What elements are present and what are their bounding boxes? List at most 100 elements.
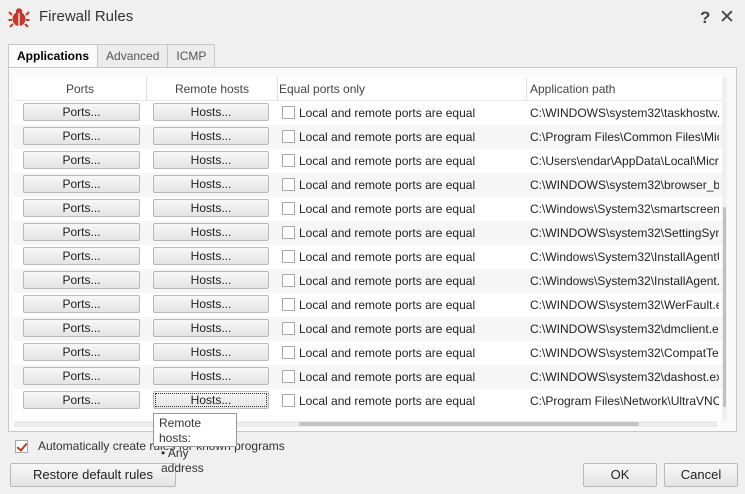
help-button[interactable]: ? — [700, 8, 710, 28]
tooltip-title: Remote hosts: — [159, 416, 202, 445]
applications-panel: Ports Remote hosts Equal ports only Appl… — [8, 67, 737, 432]
tooltip-line: • Any address — [161, 446, 204, 475]
restore-default-rules-button[interactable]: Restore default rules — [10, 463, 176, 487]
equal-ports-label: Local and remote ports are equal — [299, 106, 476, 120]
table-rows: Ports... Hosts... Local and remote ports a… — [14, 101, 727, 413]
application-path: C:\Windows\System32\smartscreen.exe — [530, 202, 719, 216]
table-row: Ports... Hosts... Local and remote ports a… — [14, 365, 727, 389]
equal-ports-checkbox[interactable] — [282, 322, 295, 335]
ports-button[interactable]: Ports... — [23, 223, 140, 241]
hosts-button[interactable]: Hosts... — [153, 151, 269, 169]
table-row: Ports... Hosts... Local and remote ports a… — [14, 101, 727, 125]
equal-ports-label: Local and remote ports are equal — [299, 370, 476, 384]
ports-button[interactable]: Ports... — [23, 199, 140, 217]
ports-button[interactable]: Ports... — [23, 391, 140, 409]
hosts-button[interactable]: Hosts... — [153, 295, 269, 313]
equal-ports-checkbox[interactable] — [282, 202, 295, 215]
application-path: C:\Windows\System32\InstallAgent.exe — [530, 274, 719, 288]
remote-hosts-tooltip: Remote hosts: • Any address — [153, 413, 237, 475]
ports-button[interactable]: Ports... — [23, 319, 140, 337]
application-path: C:\WINDOWS\system32\CompatTelRunner — [530, 346, 719, 360]
table-row: Ports... Hosts... Local and remote ports a… — [14, 341, 727, 365]
ports-button[interactable]: Ports... — [23, 103, 140, 121]
equal-ports-checkbox[interactable] — [282, 106, 295, 119]
table-row: Ports... Hosts... Local and remote ports a… — [14, 389, 727, 413]
ports-button[interactable]: Ports... — [23, 271, 140, 289]
auto-create-rules-checkbox[interactable] — [15, 440, 28, 453]
hosts-button[interactable]: Hosts... — [153, 223, 269, 241]
hosts-button[interactable]: Hosts... — [153, 271, 269, 289]
equal-ports-label: Local and remote ports are equal — [299, 250, 476, 264]
bug-logo-icon — [8, 8, 30, 28]
column-header-equal-ports[interactable]: Equal ports only — [278, 77, 527, 101]
equal-ports-checkbox[interactable] — [282, 274, 295, 287]
equal-ports-checkbox[interactable] — [282, 130, 295, 143]
equal-ports-checkbox[interactable] — [282, 178, 295, 191]
equal-ports-checkbox[interactable] — [282, 346, 295, 359]
equal-ports-label: Local and remote ports are equal — [299, 322, 476, 336]
tab-advanced[interactable]: Advanced — [97, 44, 168, 68]
equal-ports-checkbox[interactable] — [282, 370, 295, 383]
equal-ports-label: Local and remote ports are equal — [299, 274, 476, 288]
equal-ports-checkbox[interactable] — [282, 226, 295, 239]
rules-table: Ports Remote hosts Equal ports only Appl… — [14, 77, 727, 421]
close-button[interactable]: ✕ — [719, 6, 735, 29]
horizontal-scrollbar[interactable] — [14, 421, 717, 427]
equal-ports-label: Local and remote ports are equal — [299, 346, 476, 360]
ok-button[interactable]: OK — [583, 463, 657, 487]
equal-ports-checkbox[interactable] — [282, 154, 295, 167]
hosts-button[interactable]: Hosts... — [153, 319, 269, 337]
hosts-button[interactable]: Hosts... — [153, 127, 269, 145]
table-row: Ports... Hosts... Local and remote ports a… — [14, 197, 727, 221]
tab-applications[interactable]: Applications — [8, 44, 98, 68]
table-row: Ports... Hosts... Local and remote ports a… — [14, 293, 727, 317]
ports-button[interactable]: Ports... — [23, 343, 140, 361]
hosts-button[interactable]: Hosts... — [153, 247, 269, 265]
application-path: C:\WINDOWS\system32\SettingSyncHost — [530, 226, 719, 240]
hosts-button[interactable]: Hosts... — [153, 103, 269, 121]
ports-button[interactable]: Ports... — [23, 127, 140, 145]
title-bar: Firewall Rules ? ✕ — [0, 0, 745, 36]
equal-ports-label: Local and remote ports are equal — [299, 202, 476, 216]
tab-bar: Applications Advanced ICMP — [8, 44, 216, 68]
window-title: Firewall Rules — [39, 8, 134, 25]
hosts-button[interactable]: Hosts... — [153, 175, 269, 193]
ports-button[interactable]: Ports... — [23, 367, 140, 385]
horizontal-scrollbar-thumb[interactable] — [299, 422, 639, 426]
vertical-scrollbar-thumb[interactable] — [723, 207, 726, 407]
cancel-button[interactable]: Cancel — [664, 463, 738, 487]
equal-ports-label: Local and remote ports are equal — [299, 130, 476, 144]
tab-icmp[interactable]: ICMP — [167, 44, 216, 68]
table-row: Ports... Hosts... Local and remote ports a… — [14, 173, 727, 197]
ports-button[interactable]: Ports... — [23, 247, 140, 265]
column-header-application-path[interactable]: Application path — [527, 77, 727, 101]
application-path: C:\WINDOWS\system32\browser_broker — [530, 178, 719, 192]
application-path: C:\WINDOWS\system32\dashost.exe — [530, 370, 719, 384]
equal-ports-checkbox[interactable] — [282, 250, 295, 263]
hosts-button[interactable]: Hosts... — [153, 391, 269, 409]
equal-ports-label: Local and remote ports are equal — [299, 226, 476, 240]
equal-ports-label: Local and remote ports are equal — [299, 154, 476, 168]
ports-button[interactable]: Ports... — [23, 151, 140, 169]
hosts-button[interactable]: Hosts... — [153, 199, 269, 217]
application-path: C:\WINDOWS\system32\taskhostw.exe — [530, 106, 719, 120]
table-header: Ports Remote hosts Equal ports only Appl… — [14, 77, 727, 101]
application-path: C:\Program Files\Common Files\Microsoft — [530, 130, 719, 144]
application-path: C:\Users\endar\AppData\Local\Microsoft — [530, 154, 719, 168]
table-row: Ports... Hosts... Local and remote ports a… — [14, 221, 727, 245]
application-path: C:\WINDOWS\system32\dmclient.exe — [530, 322, 719, 336]
vertical-scrollbar[interactable] — [722, 77, 727, 421]
table-row: Ports... Hosts... Local and remote ports a… — [14, 245, 727, 269]
table-row: Ports... Hosts... Local and remote ports a… — [14, 149, 727, 173]
hosts-button[interactable]: Hosts... — [153, 343, 269, 361]
equal-ports-checkbox[interactable] — [282, 394, 295, 407]
equal-ports-label: Local and remote ports are equal — [299, 178, 476, 192]
ports-button[interactable]: Ports... — [23, 295, 140, 313]
column-header-remote-hosts[interactable]: Remote hosts — [147, 77, 278, 101]
ports-button[interactable]: Ports... — [23, 175, 140, 193]
application-path: C:\Program Files\Network\UltraVNC\Win — [530, 394, 719, 408]
hosts-button[interactable]: Hosts... — [153, 367, 269, 385]
equal-ports-checkbox[interactable] — [282, 298, 295, 311]
equal-ports-label: Local and remote ports are equal — [299, 298, 476, 312]
column-header-ports[interactable]: Ports — [14, 77, 147, 101]
